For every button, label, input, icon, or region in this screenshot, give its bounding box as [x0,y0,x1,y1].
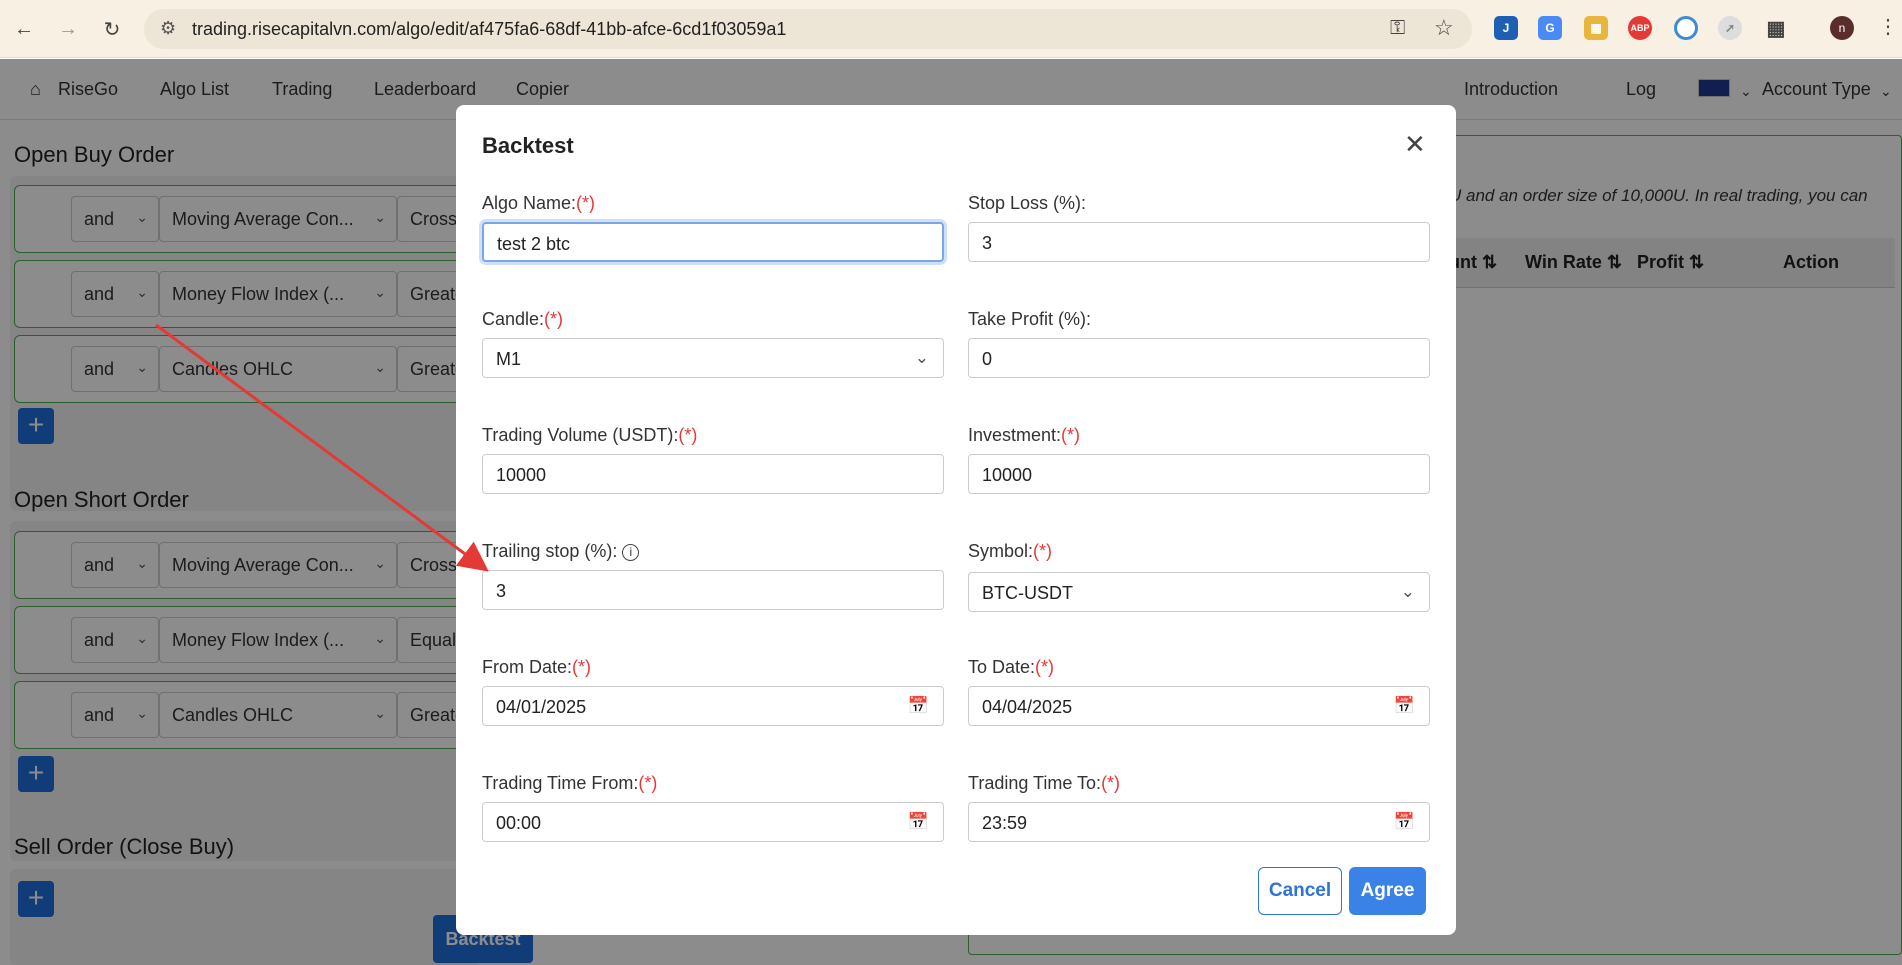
annotation-arrow [155,323,489,572]
